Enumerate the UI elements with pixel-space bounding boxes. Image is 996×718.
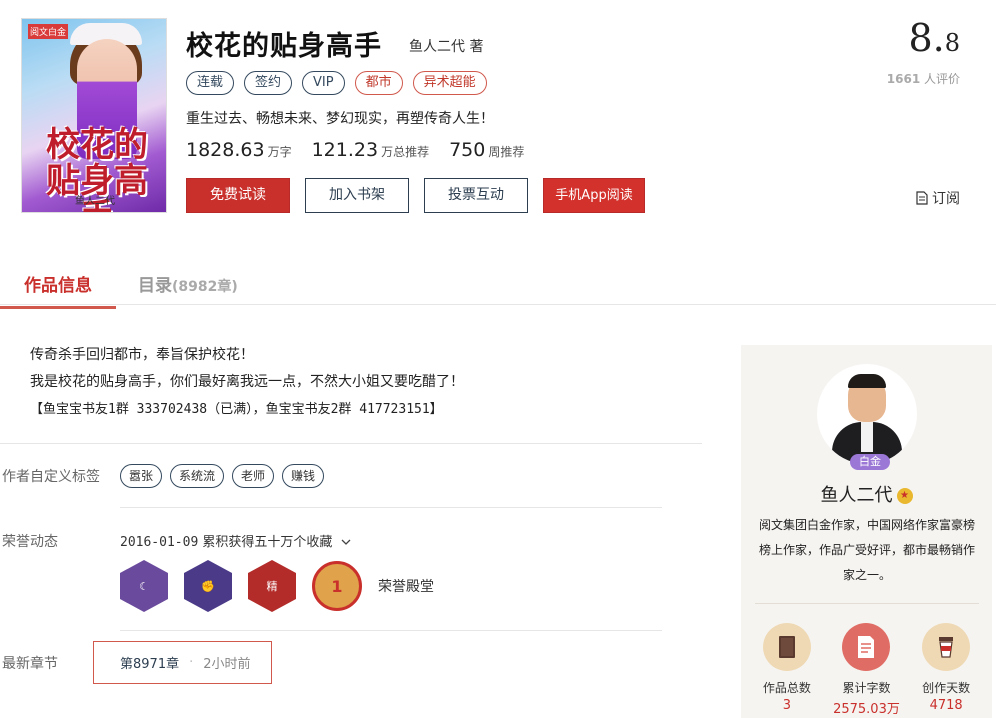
quality-badge-icon[interactable]: 精 <box>248 560 296 612</box>
author-stat-works: 作品总数 3 <box>748 623 826 717</box>
intro-line: 我是校花的贴身高手，你们最好离我远一点，不然大小姐又要吃醋了！ <box>30 374 464 390</box>
divider <box>0 443 702 444</box>
latest-chapter-title[interactable]: 第8971章 <box>120 653 179 672</box>
add-shelf-button[interactable]: 加入书架 <box>305 178 409 213</box>
stat-value: 3 <box>782 698 791 713</box>
stat-word-count: 1828.63 万字 <box>186 139 292 161</box>
book-header: 阅文白金 校花的贴身高手 鱼人二代 校花的贴身高手 鱼人二代 著 连载 签约 V… <box>0 0 996 230</box>
score-integer: 8. <box>908 16 945 60</box>
book-icon <box>762 623 811 671</box>
author-tag[interactable]: 系统流 <box>170 464 225 488</box>
rating-count-suffix: 人评价 <box>920 72 960 86</box>
latest-chapter[interactable]: 第8971章 · 2小时前 <box>93 641 272 684</box>
intro-line: 传奇杀手回归都市，奉旨保护校花！ <box>30 347 254 363</box>
stat-value: 2575.03万 <box>833 702 900 717</box>
divider <box>120 630 662 631</box>
author-panel: 白金 鱼人二代 ★ 阅文集团白金作家，中国网络作家富豪榜榜上作家，作品广受好评，都… <box>741 345 992 718</box>
author-stats: 作品总数 3 累计字数 2575.03万 创作天数 4718 <box>741 623 992 717</box>
honor-badges: ☾ ✊ 精 1 荣誉殿堂 <box>120 560 434 612</box>
crown-icon: ★ <box>896 488 913 504</box>
author-description: 阅文集团白金作家，中国网络作家富豪榜榜上作家，作品广受好评，都市最畅销作家之一。 <box>758 518 975 582</box>
latest-chapter-label: 最新章节 <box>2 656 58 672</box>
tag-vip[interactable]: VIP <box>302 71 345 95</box>
author-tag[interactable]: 嚣张 <box>120 464 163 488</box>
free-read-button[interactable]: 免费试读 <box>186 178 290 213</box>
stat-word-count-unit: 万字 <box>267 145 292 159</box>
latest-chapter-time: 2小时前 <box>203 657 251 672</box>
author-name[interactable]: 鱼人二代 ★ <box>741 481 992 507</box>
book-intro: 传奇杀手回归都市，奉旨保护校花！ 我是校花的贴身高手，你们最好离我远一点，不然大… <box>30 342 464 423</box>
tab-book-info[interactable]: 作品信息 <box>0 271 116 309</box>
intro-line: 【鱼宝宝书友1群 333702438（已满），鱼宝宝书友2群 417723151… <box>30 402 443 417</box>
chevron-down-icon <box>341 539 351 545</box>
book-tags: 连载 签约 VIP 都市 异术超能 <box>186 71 487 95</box>
app-read-button[interactable]: 手机App阅读 <box>543 178 645 213</box>
divider <box>755 603 979 604</box>
document-icon <box>842 623 891 671</box>
tag-urban[interactable]: 都市 <box>354 71 403 95</box>
cover-publisher: 阅文白金 <box>28 24 69 39</box>
honor-date: 2016-01-09 <box>120 535 199 550</box>
fist-badge-icon[interactable]: ✊ <box>184 560 232 612</box>
book-title: 校花的贴身高手 <box>186 31 382 62</box>
stat-word-count-value: 1828.63 <box>186 139 265 161</box>
vote-button[interactable]: 投票互动 <box>424 178 528 213</box>
document-icon <box>916 191 928 205</box>
tab-catalog-label: 目录 <box>138 276 172 296</box>
honor-latest[interactable]: 2016-01-09 累积获得五十万个收藏 <box>120 531 351 550</box>
honors-label: 荣誉动态 <box>2 534 58 550</box>
avatar-shirt <box>861 422 873 452</box>
stat-total-recommend-value: 121.23 <box>311 139 379 161</box>
content-tabs: 作品信息 目录(8982章) <box>0 262 996 309</box>
stat-total-recommend-unit: 万总推荐 <box>381 145 430 159</box>
author-name-text: 鱼人二代 <box>820 485 893 506</box>
tag-signed[interactable]: 签约 <box>244 71 293 95</box>
stat-week-recommend-value: 750 <box>449 139 486 161</box>
subscribe-label: 订阅 <box>932 191 960 207</box>
score-decimal: 8 <box>944 29 960 57</box>
author-avatar[interactable] <box>817 364 917 464</box>
stat-total-recommend: 121.23 万总推荐 <box>312 139 430 161</box>
book-slogan: 重生过去、畅想未来、梦幻现实，再塑传奇人生！ <box>186 111 494 127</box>
author-stat-words: 累计字数 2575.03万 <box>827 623 905 717</box>
avatar-hair <box>848 374 886 388</box>
author-tags-label: 作者自定义标签 <box>2 469 100 485</box>
author-stat-days: 创作天数 4718 <box>907 623 985 717</box>
stat-week-recommend-unit: 周推荐 <box>488 145 525 159</box>
moon-badge-icon[interactable]: ☾ <box>120 560 168 612</box>
rank-first-badge-icon[interactable]: 1 <box>312 561 362 611</box>
stat-week-recommend: 750 周推荐 <box>449 139 524 161</box>
tag-serial[interactable]: 连载 <box>186 71 235 95</box>
tab-catalog-count: (8982章) <box>172 279 238 295</box>
author-tag[interactable]: 赚钱 <box>282 464 325 488</box>
rating-count-number: 1661 <box>886 72 921 86</box>
book-cover[interactable]: 阅文白金 校花的贴身高手 鱼人二代 <box>21 18 167 213</box>
author-tags: 嚣张 系统流 老师 赚钱 <box>120 464 325 488</box>
rating-count[interactable]: 1661 人评价 <box>887 70 960 87</box>
cover-author: 鱼人二代 <box>75 196 115 207</box>
cup-icon <box>922 623 971 671</box>
stat-label: 累计字数 <box>842 681 891 695</box>
honor-hall-link[interactable]: 荣誉殿堂 <box>378 576 434 596</box>
divider <box>120 507 662 508</box>
book-stats: 1828.63 万字 121.23 万总推荐 750 周推荐 <box>186 139 544 161</box>
tab-catalog[interactable]: 目录(8982章) <box>138 271 238 296</box>
action-buttons: 免费试读 加入书架 投票互动 手机App阅读 <box>186 178 660 213</box>
subscribe-link[interactable]: 订阅 <box>916 188 960 208</box>
author-level-badge: 白金 <box>850 454 890 470</box>
separator-dot: · <box>189 655 194 670</box>
stat-label: 创作天数 <box>922 681 971 695</box>
author-tag[interactable]: 老师 <box>232 464 275 488</box>
book-score: 8.8 <box>908 16 960 60</box>
honor-text: 累积获得五十万个收藏 <box>202 535 333 550</box>
stat-label: 作品总数 <box>762 681 811 695</box>
book-author[interactable]: 鱼人二代 著 <box>409 36 483 56</box>
stat-value: 4718 <box>929 698 963 713</box>
tag-supernatural[interactable]: 异术超能 <box>412 71 487 95</box>
